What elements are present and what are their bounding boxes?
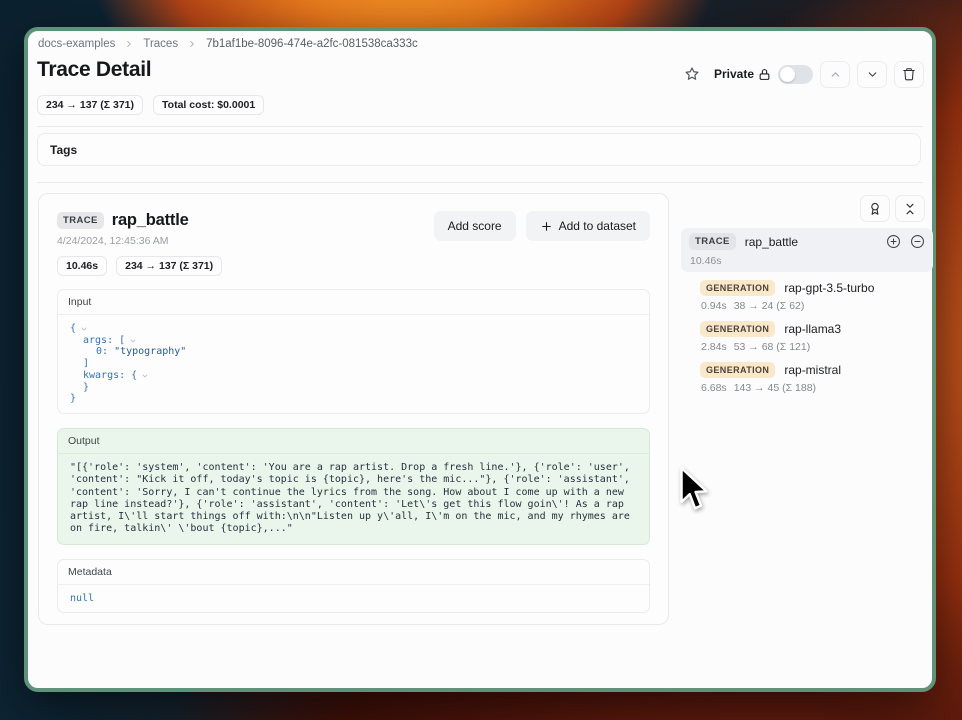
breadcrumb-project[interactable]: docs-examples — [38, 38, 115, 50]
add-to-dataset-button[interactable]: Add to dataset — [526, 211, 650, 241]
expand-chevron-icon[interactable] — [129, 337, 137, 345]
generation-list: GENERATION rap-gpt-3.5-turbo 0.94s 38 → … — [681, 280, 933, 394]
desktop-wallpaper: { "breadcrumb": { "project": "docs-examp… — [0, 0, 962, 720]
generation-latency: 6.68s — [701, 382, 727, 394]
trace-name: rap_battle — [112, 211, 189, 230]
token-usage-badge: 234 → 137 (Σ 371) — [116, 256, 222, 276]
chevron-down-icon — [866, 68, 879, 81]
input-label: Input — [58, 290, 649, 315]
tree-trace-latency: 10.46s — [689, 255, 925, 267]
generation-type-badge: GENERATION — [700, 321, 775, 337]
trace-type-badge: TRACE — [689, 233, 736, 250]
trace-type-badge: TRACE — [57, 212, 104, 229]
generation-type-badge: GENERATION — [700, 280, 775, 296]
trace-timestamp: 4/24/2024, 12:45:36 AM — [57, 235, 222, 247]
privacy-toggle[interactable] — [778, 65, 813, 84]
tree-trace-item[interactable]: TRACE rap_battle 10.46s — [681, 228, 933, 272]
output-section: Output "[{'role': 'system', 'content': '… — [57, 428, 650, 545]
add-score-button[interactable]: Add score — [434, 211, 516, 241]
privacy-label: Private — [714, 67, 754, 81]
divider — [37, 126, 923, 127]
metadata-section: Metadata null — [57, 559, 650, 613]
latency-badge: 10.46s — [57, 256, 107, 276]
input-json-viewer[interactable]: { args: [ 0: "typography" ] — [58, 315, 649, 413]
chevrons-collapse-icon — [903, 202, 917, 216]
output-text: "[{'role': 'system', 'content': 'You are… — [58, 454, 649, 544]
tree-trace-name: rap_battle — [745, 235, 877, 249]
output-label: Output — [58, 429, 649, 454]
chevron-up-icon — [829, 68, 842, 81]
chevron-right-icon — [124, 39, 134, 49]
trash-icon — [902, 67, 916, 81]
generation-item[interactable]: GENERATION rap-mistral 6.68s 143 → 45 (Σ… — [700, 362, 933, 394]
generation-name: rap-mistral — [784, 363, 841, 377]
generation-latency: 2.84s — [701, 341, 727, 353]
generation-latency: 0.94s — [701, 300, 727, 312]
metadata-label: Metadata — [58, 560, 649, 585]
star-icon — [684, 66, 700, 82]
generation-name: rap-llama3 — [784, 322, 841, 336]
annotate-button[interactable] — [860, 195, 890, 222]
generation-item[interactable]: GENERATION rap-gpt-3.5-turbo 0.94s 38 → … — [700, 280, 933, 312]
tree-actions — [860, 195, 925, 222]
generation-name: rap-gpt-3.5-turbo — [784, 281, 874, 295]
breadcrumb: docs-examples Traces 7b1af1be-8096-474e-… — [38, 38, 418, 50]
token-usage-badge: 234 → 137 (Σ 371) — [37, 95, 143, 115]
generation-tokens: 53 → 68 (Σ 121) — [734, 341, 811, 353]
input-section: Input { args: [ 0: "typography" — [57, 289, 650, 414]
previous-trace-button[interactable] — [820, 61, 850, 88]
divider — [37, 182, 923, 183]
tags-label: Tags — [50, 143, 77, 157]
privacy-label-group: Private — [714, 67, 771, 81]
total-cost-badge: Total cost: $0.0001 — [153, 95, 264, 115]
json-line[interactable]: ] — [70, 358, 637, 370]
observation-tree: TRACE rap_battle 10.46s GENERATION rap-g… — [681, 228, 933, 403]
next-trace-button[interactable] — [857, 61, 887, 88]
json-line[interactable]: kwargs: { — [70, 370, 637, 382]
breadcrumb-trace-id: 7b1af1be-8096-474e-a2fc-081538ca333c — [206, 38, 418, 50]
tags-section[interactable]: Tags — [37, 133, 921, 166]
header-controls: Private — [677, 59, 924, 89]
bookmark-star-button[interactable] — [677, 61, 707, 88]
generation-item[interactable]: GENERATION rap-llama3 2.84s 53 → 68 (Σ 1… — [700, 321, 933, 353]
circle-minus-icon[interactable] — [910, 234, 925, 249]
expand-chevron-icon[interactable] — [141, 372, 149, 380]
plus-icon — [540, 220, 553, 233]
generation-tokens: 143 → 45 (Σ 188) — [734, 382, 816, 394]
award-icon — [868, 202, 882, 216]
trace-detail-card: TRACE rap_battle 4/24/2024, 12:45:36 AM … — [38, 193, 669, 625]
toggle-knob — [780, 67, 795, 82]
expand-chevron-icon[interactable] — [80, 325, 88, 333]
circle-plus-icon[interactable] — [886, 234, 901, 249]
metadata-value: null — [58, 585, 649, 612]
generation-tokens: 38 → 24 (Σ 62) — [734, 300, 805, 312]
page-title: Trace Detail — [37, 58, 151, 82]
breadcrumb-section[interactable]: Traces — [143, 38, 178, 50]
trace-summary-badges: 234 → 137 (Σ 371) Total cost: $0.0001 — [37, 95, 264, 115]
lock-icon — [758, 68, 771, 81]
collapse-all-button[interactable] — [895, 195, 925, 222]
app-window: docs-examples Traces 7b1af1be-8096-474e-… — [24, 27, 936, 692]
chevron-right-icon — [187, 39, 197, 49]
delete-trace-button[interactable] — [894, 61, 924, 88]
generation-type-badge: GENERATION — [700, 362, 775, 378]
json-line[interactable]: 0: "typography" — [70, 346, 637, 358]
json-line[interactable]: args: [ — [70, 335, 637, 347]
json-line[interactable]: } — [70, 382, 637, 394]
json-line[interactable]: { — [70, 323, 637, 335]
json-line[interactable]: } — [70, 393, 637, 405]
